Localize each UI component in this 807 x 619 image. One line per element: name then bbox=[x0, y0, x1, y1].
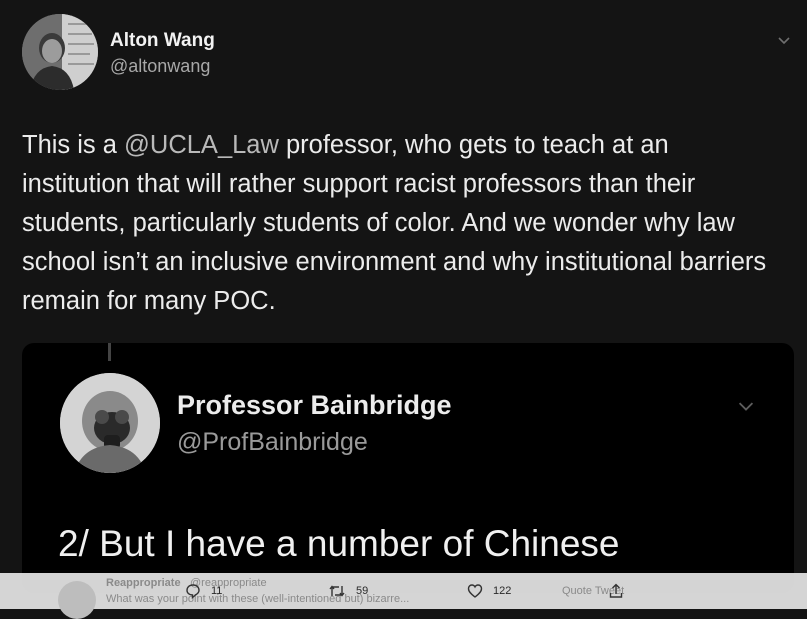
author-name[interactable]: Alton Wang bbox=[110, 30, 215, 52]
tweet-text: This is a @UCLA_Law professor, who gets … bbox=[22, 126, 782, 321]
author-handle[interactable]: @altonwang bbox=[110, 56, 210, 77]
thread-line bbox=[108, 343, 111, 361]
mention-link[interactable]: @UCLA_Law bbox=[124, 131, 279, 159]
background-avatar bbox=[58, 581, 96, 619]
embedded-author-name: Professor Bainbridge bbox=[177, 390, 452, 420]
chevron-down-icon[interactable] bbox=[777, 34, 791, 48]
embedded-tweet-text: 2/ But I have a number of Chinese bbox=[58, 523, 620, 564]
embedded-tweet-image[interactable]: Professor Bainbridge @ProfBainbridge 2/ … bbox=[22, 343, 794, 593]
share-icon bbox=[609, 583, 623, 598]
tweet-text-start: This is a bbox=[22, 131, 125, 159]
reply-icon bbox=[186, 584, 200, 599]
like-button[interactable]: 122 bbox=[467, 582, 511, 600]
retweet-button[interactable]: 59 bbox=[328, 582, 368, 600]
like-icon bbox=[467, 584, 483, 598]
background-reply-name: Reappropriate bbox=[106, 577, 181, 589]
chevron-down-icon bbox=[738, 402, 754, 411]
share-button[interactable] bbox=[608, 582, 624, 600]
embedded-author-handle: @ProfBainbridge bbox=[177, 428, 368, 456]
retweet-count: 59 bbox=[356, 585, 369, 597]
reply-count: 11 bbox=[211, 585, 223, 597]
embedded-author-avatar bbox=[60, 373, 160, 473]
retweet-icon bbox=[329, 585, 345, 597]
like-count: 122 bbox=[493, 585, 512, 597]
author-avatar[interactable] bbox=[22, 14, 98, 90]
action-bar: Reappropriate @reappropriate What was yo… bbox=[0, 573, 807, 619]
reply-button[interactable]: 11 bbox=[185, 582, 222, 600]
